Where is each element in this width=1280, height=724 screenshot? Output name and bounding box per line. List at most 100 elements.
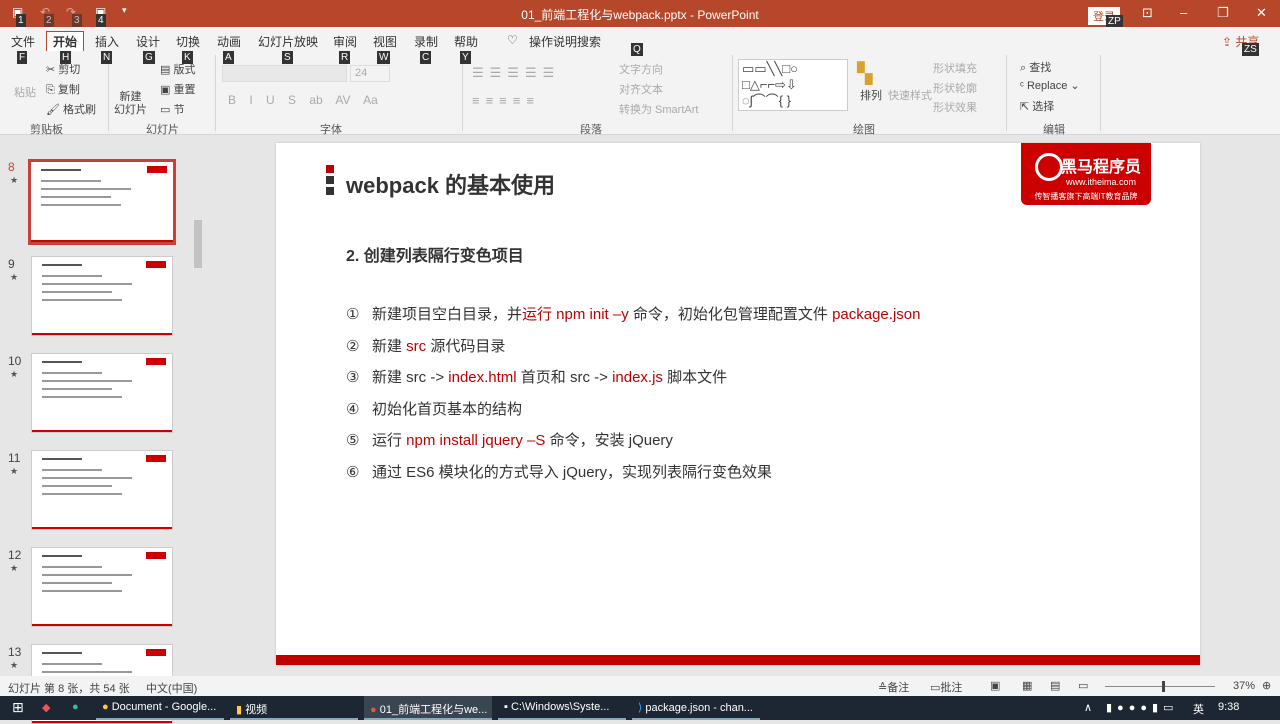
thumbnail-number: 13 <box>8 645 22 659</box>
comments-button[interactable]: ▭批注 <box>930 679 962 695</box>
thumbnail-number: 12 <box>8 548 22 562</box>
keytip: H <box>60 51 72 64</box>
app-icon[interactable]: ◆ <box>36 696 56 720</box>
keytip: ZS <box>1242 43 1259 56</box>
zoom-slider[interactable] <box>1105 686 1215 687</box>
divider <box>108 55 109 131</box>
reset-button[interactable]: ▣ 重置 <box>160 81 195 97</box>
status-bar: 幻灯片 第 8 张，共 54 张 中文(中国) ≙备注 ▭批注 ▣ ▦ ▤ ▭ … <box>0 676 1280 696</box>
normal-view-icon[interactable]: ▣ <box>990 679 1000 692</box>
shape-outline-button[interactable]: 形状轮廓 <box>933 80 977 96</box>
text-direction-button[interactable]: 文字方向 <box>619 61 663 77</box>
windows-start-icon[interactable]: ⊞ <box>6 696 30 720</box>
font-format-buttons[interactable]: B I U S ab AV Aa <box>228 93 378 107</box>
reset-label: 重置 <box>173 84 196 96</box>
taskbar-vscode[interactable]: ⟩ package.json - chan... <box>632 696 760 720</box>
item-number: ⑥ <box>346 464 360 481</box>
find-button[interactable]: ⌕ 查找 <box>1020 59 1051 75</box>
edge-icon[interactable]: ● <box>66 696 85 720</box>
item-text: 运行 npm init –y <box>522 306 629 323</box>
font-size-input[interactable]: 24 <box>350 65 390 82</box>
slideshow-view-icon[interactable]: ▭ <box>1078 679 1088 692</box>
new-slide-button[interactable]: 新建 幻灯片 <box>114 91 147 117</box>
list-buttons[interactable]: ☰☰☰☰☰ <box>472 65 560 81</box>
tray-icons[interactable]: ▮●●●▮▭ <box>1100 696 1184 720</box>
language-indicator[interactable]: 中文(中国) <box>146 680 197 696</box>
tab-help[interactable]: 帮助 <box>454 33 478 50</box>
tab-slideshow[interactable]: 幻灯片放映 <box>258 33 318 50</box>
item-text: 命令，安装 jQuery <box>545 432 673 450</box>
tab-home[interactable]: 开始 <box>46 31 85 51</box>
select-button[interactable]: ⇱ 选择 <box>1020 98 1054 114</box>
format-painter-button[interactable]: 🖌 格式刷 <box>46 101 96 117</box>
slide-thumbnail[interactable] <box>31 450 173 530</box>
task-label: C:\Windows\Syste... <box>510 701 610 713</box>
tell-me-search[interactable]: 操作说明搜索 <box>529 33 601 50</box>
slide-thumbnail[interactable] <box>31 256 173 336</box>
keytip: G <box>143 51 155 64</box>
layout-label: 版式 <box>173 64 196 76</box>
smartart-button[interactable]: 转换为 SmartArt <box>619 101 698 117</box>
logo-tagline: 传智播客旗下高端IT教育品牌 <box>1034 192 1138 201</box>
zoom-level[interactable]: 37% <box>1233 680 1255 692</box>
tab-design[interactable]: 设计 <box>136 33 160 50</box>
keytip: R <box>339 51 351 64</box>
shapes-gallery[interactable]: ▭▭╲╲□○ □△⌐⌐⇨⇩ ◌ʃ⌒⌒{ } <box>738 59 848 111</box>
reading-view-icon[interactable]: ▤ <box>1050 679 1060 692</box>
minimize-icon[interactable]: – <box>1180 5 1187 20</box>
slide-thumbnail[interactable] <box>31 353 173 433</box>
ime-indicator[interactable]: 英 <box>1187 696 1210 720</box>
title-bar: ▣ ↶ ↷ ▣ ▾ 1 2 3 4 01_前端工程化与webpack.pptx … <box>0 0 1280 28</box>
thumb-logo <box>147 166 167 173</box>
tray-chevron-icon[interactable]: ∧ <box>1078 696 1098 720</box>
tab-insert[interactable]: 插入 <box>95 33 119 50</box>
ribbon-display-icon[interactable]: ⊡ <box>1142 5 1153 21</box>
replace-button[interactable]: ᶜ Replace ⌄ <box>1020 79 1080 92</box>
tab-transitions[interactable]: 切换 <box>176 33 200 50</box>
close-icon[interactable]: ✕ <box>1256 5 1267 21</box>
restore-icon[interactable]: ❐ <box>1217 5 1229 21</box>
section-button[interactable]: ▭ 节 <box>160 101 184 117</box>
align-buttons[interactable]: ≡≡≡≡≡ <box>472 93 540 108</box>
arrange-icon: ▚ <box>857 63 873 85</box>
quick-styles-button[interactable]: 快速样式 <box>888 87 932 103</box>
paste-button[interactable]: 粘贴 <box>14 84 36 100</box>
font-name-input[interactable] <box>222 65 347 82</box>
taskbar-powerpoint[interactable]: ● 01_前端工程化与we... <box>364 696 492 720</box>
keytip: Y <box>460 51 471 64</box>
task-label: Document - Google... <box>111 701 217 713</box>
replace-label: Replace <box>1026 80 1068 92</box>
animation-star-icon: ★ <box>10 369 19 379</box>
tab-view[interactable]: 视图 <box>373 33 397 50</box>
taskbar-explorer[interactable]: ▮ 视频 <box>230 696 358 720</box>
arrange-button[interactable]: 排列 <box>860 87 882 103</box>
zoom-slider-thumb[interactable] <box>1162 681 1165 692</box>
item-number: ② <box>346 337 360 355</box>
slide-thumbnail[interactable] <box>31 547 173 627</box>
slide-title: webpack 的基本使用 <box>346 173 556 198</box>
scrollbar-thumb[interactable] <box>194 220 202 268</box>
taskbar-cmd[interactable]: ▪ C:\Windows\Syste... <box>498 696 626 720</box>
tab-animations[interactable]: 动画 <box>217 33 241 50</box>
align-text-button[interactable]: 对齐文本 <box>619 81 663 97</box>
tab-record[interactable]: 录制 <box>414 33 438 50</box>
animation-star-icon: ★ <box>10 563 19 573</box>
slide-thumbnail[interactable] <box>28 159 176 245</box>
thumbnail-scrollbar[interactable] <box>192 140 204 675</box>
clock[interactable]: 9:38 <box>1212 696 1245 720</box>
list-item: ⑤ 运行 npm install jquery –S 命令，安装 jQuery <box>346 429 673 450</box>
tab-review[interactable]: 审阅 <box>333 33 357 50</box>
fit-slide-icon[interactable]: ⊕ <box>1262 679 1271 692</box>
copy-button[interactable]: ⎘ 复制 <box>46 81 80 97</box>
shape-effects-button[interactable]: 形状效果 <box>933 99 977 115</box>
keytip: Q <box>631 43 643 56</box>
slide-sorter-icon[interactable]: ▦ <box>1022 679 1032 692</box>
item-text: index.html <box>448 369 517 387</box>
tab-file[interactable]: 文件 <box>11 33 35 50</box>
slide-canvas[interactable]: webpack 的基本使用 黑马程序员 www.itheima.com 传智播客… <box>276 143 1200 665</box>
notes-button[interactable]: ≙备注 <box>878 679 909 695</box>
shape-fill-button[interactable]: 形状填充 <box>933 60 977 76</box>
taskbar-chrome[interactable]: ● Document - Google... <box>96 696 224 720</box>
group-drawing: 绘图 <box>853 124 875 136</box>
group-font: 字体 <box>320 124 342 136</box>
